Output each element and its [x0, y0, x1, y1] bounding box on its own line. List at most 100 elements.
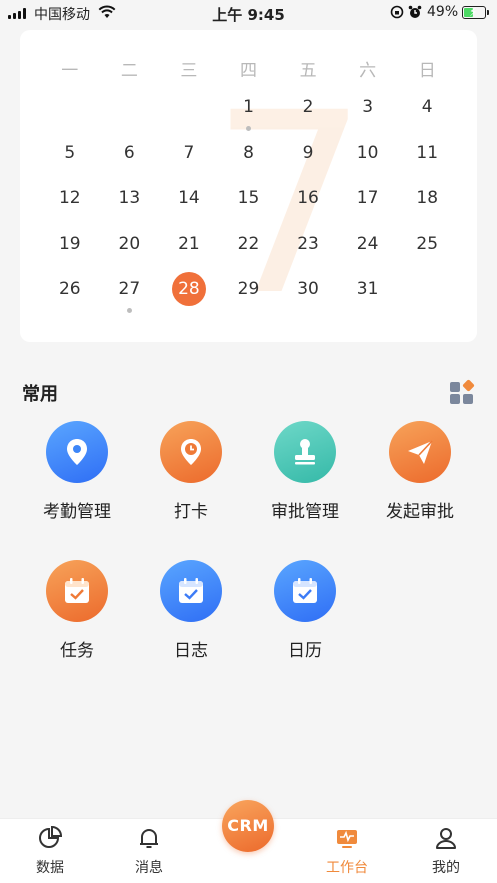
calendar-day[interactable]: 25 — [397, 227, 457, 273]
calendar-day-number: 3 — [362, 97, 374, 117]
app-label: 发起审批 — [386, 502, 454, 522]
app-label: 日志 — [174, 641, 208, 661]
app-calendar[interactable]: 日历 — [250, 560, 360, 661]
calendar-day[interactable]: 22 — [219, 227, 279, 273]
calendar-day-number: 16 — [297, 188, 319, 208]
calendar-day-number: 21 — [178, 233, 200, 254]
calendar-day[interactable]: 18 — [397, 181, 457, 227]
calendar-day-number: 23 — [297, 233, 319, 254]
calendar-day-number: 28 — [171, 272, 206, 306]
crm-center-button[interactable]: CRM — [222, 800, 274, 852]
calendar-day-number: 27 — [118, 279, 141, 299]
calendar-day-number: 25 — [416, 233, 439, 254]
calendar-card: 7 一二三四五六日 1 2 3 4 5 6 7 8 9 10 11 12 13 14 15 16 17 18 19 2… — [20, 30, 477, 342]
calendar-day-number: 24 — [356, 233, 379, 254]
workbench-icon — [334, 825, 360, 851]
calendar-week-row: 19 20 21 22 23 24 25 — [40, 227, 457, 273]
calendar-day-number: 26 — [58, 279, 81, 299]
tab-workbench[interactable]: 工作台 — [312, 825, 382, 877]
calendar-icon — [274, 560, 336, 622]
stamp-icon — [274, 421, 336, 483]
calendar-day[interactable]: 14 — [159, 181, 219, 227]
calendar-day-number: 22 — [237, 233, 260, 254]
calendar-day-number: 30 — [297, 279, 319, 299]
paper-plane-icon — [389, 421, 451, 483]
calendar-day-number: 5 — [64, 142, 76, 163]
pie-chart-icon — [37, 825, 63, 851]
calendar-day[interactable]: 3 — [338, 90, 398, 136]
tab-messages[interactable]: 消息 — [114, 825, 184, 877]
tab-label: 数据 — [36, 860, 64, 876]
calendar-day[interactable]: 7 — [159, 136, 219, 182]
calendar-day-number: 17 — [356, 188, 379, 208]
calendar-day-number: 14 — [178, 188, 200, 208]
calendar-day[interactable]: 1 — [219, 90, 279, 136]
tab-label: 工作台 — [326, 860, 368, 876]
event-dot — [245, 126, 251, 131]
app-log[interactable]: 日志 — [136, 560, 246, 661]
calendar-empty-cell — [159, 90, 219, 136]
calendar-day[interactable]: 5 — [40, 136, 100, 182]
calendar-week-row: 1 2 3 4 — [40, 90, 457, 136]
task-calendar-icon — [46, 560, 108, 622]
calendar-day[interactable]: 11 — [397, 136, 457, 182]
calendar-day[interactable]: 8 — [219, 136, 279, 182]
calendar-day[interactable]: 13 — [100, 181, 160, 227]
calendar-day-number: 13 — [118, 188, 141, 208]
calendar-day-number: 12 — [58, 188, 81, 208]
calendar-day-today[interactable]: 28 — [159, 272, 219, 318]
calendar-day[interactable]: 31 — [338, 272, 398, 318]
apps-grid-icon[interactable] — [450, 379, 476, 404]
clock-pin-icon — [160, 421, 222, 483]
calendar-day-number: 15 — [237, 188, 260, 208]
calendar-day-number: 7 — [183, 142, 195, 163]
calendar-day-number: 29 — [237, 279, 260, 299]
tab-data[interactable]: 数据 — [15, 825, 85, 877]
calendar-day[interactable]: 29 — [219, 272, 279, 318]
bell-icon — [136, 825, 162, 851]
weekday-label: 五 — [299, 61, 317, 81]
calendar-day-number: 19 — [58, 233, 81, 254]
calendar-day[interactable]: 19 — [40, 227, 100, 273]
tab-label: 我的 — [432, 860, 460, 876]
calendar-day-number: 31 — [356, 279, 379, 299]
calendar-day[interactable]: 27 — [100, 272, 160, 318]
calendar-day-number: 20 — [118, 233, 141, 254]
app-task[interactable]: 任务 — [22, 560, 132, 661]
calendar-day[interactable]: 6 — [100, 136, 160, 182]
calendar-day[interactable]: 20 — [100, 227, 160, 273]
calendar-day[interactable]: 23 — [278, 227, 338, 273]
app-attendance-management[interactable]: 考勤管理 — [22, 421, 132, 522]
calendar-week-row: 5 6 7 8 9 10 11 — [40, 136, 457, 182]
calendar-day[interactable]: 17 — [338, 181, 398, 227]
log-calendar-icon — [160, 560, 222, 622]
app-clock-in[interactable]: 打卡 — [136, 421, 246, 522]
tab-mine[interactable]: 我的 — [411, 825, 481, 877]
tab-label: 消息 — [135, 860, 163, 876]
calendar-day[interactable]: 2 — [278, 90, 338, 136]
calendar-day[interactable]: 4 — [397, 90, 457, 136]
weekday-label: 日 — [418, 61, 436, 81]
calendar-empty-cell — [100, 90, 160, 136]
calendar-day[interactable]: 24 — [338, 227, 398, 273]
calendar-day[interactable]: 21 — [159, 227, 219, 273]
calendar-day[interactable]: 10 — [338, 136, 398, 182]
app-label: 审批管理 — [271, 502, 339, 522]
calendar-day[interactable]: 9 — [278, 136, 338, 182]
calendar-day[interactable]: 15 — [219, 181, 279, 227]
calendar-day[interactable]: 30 — [278, 272, 338, 318]
calendar-day[interactable]: 26 — [40, 272, 100, 318]
weekday-label: 二 — [120, 61, 138, 81]
app-label: 任务 — [60, 641, 94, 661]
section-title: 常用 — [22, 384, 58, 405]
calendar-day-number: 11 — [416, 142, 439, 163]
app-start-approval[interactable]: 发起审批 — [365, 421, 475, 522]
calendar-day-number: 9 — [302, 142, 314, 163]
calendar-day[interactable]: 16 — [278, 181, 338, 227]
calendar-day-number: 18 — [416, 188, 439, 208]
calendar-day[interactable]: 12 — [40, 181, 100, 227]
calendar-empty-cell — [397, 272, 457, 318]
battery-percent: 49% — [427, 4, 459, 20]
user-icon — [433, 825, 459, 851]
app-approval-management[interactable]: 审批管理 — [250, 421, 360, 522]
